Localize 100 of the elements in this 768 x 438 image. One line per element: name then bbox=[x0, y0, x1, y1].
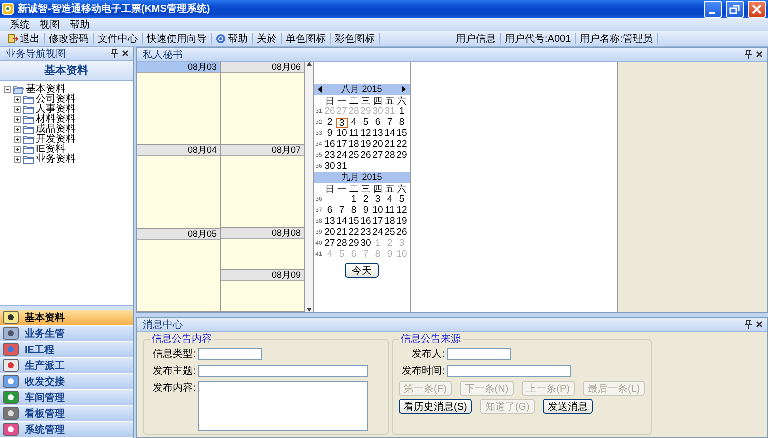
calendar-day[interactable]: 3 bbox=[336, 118, 348, 128]
toolbar-button[interactable]: 快速使用向导 bbox=[143, 32, 211, 46]
calendar-day[interactable]: 8 bbox=[396, 118, 408, 128]
module-tab[interactable]: 看板管理 bbox=[0, 406, 133, 422]
action-button[interactable]: 发送消息 bbox=[542, 399, 593, 414]
calendar-day[interactable]: 29 bbox=[396, 150, 408, 160]
close-icon[interactable] bbox=[756, 321, 763, 328]
calendar-day[interactable]: 12 bbox=[360, 128, 372, 138]
date-header[interactable]: 08月07 bbox=[221, 145, 304, 156]
expand-icon[interactable] bbox=[14, 96, 21, 102]
module-tab[interactable]: 车间管理 bbox=[0, 390, 133, 406]
calendar-day[interactable]: 16 bbox=[360, 216, 372, 226]
calendar-day[interactable]: 7 bbox=[336, 206, 348, 216]
calendar-day[interactable]: 3 bbox=[372, 194, 384, 204]
module-tab[interactable]: 收发交接 bbox=[0, 374, 133, 390]
calendar-day[interactable]: 25 bbox=[384, 228, 396, 238]
action-button[interactable]: 看历史消息(S) bbox=[399, 399, 472, 414]
tree-item[interactable]: 业务资料 bbox=[36, 152, 76, 166]
scroll-bar[interactable] bbox=[305, 62, 314, 312]
calendar-day[interactable]: 6 bbox=[324, 206, 336, 216]
calendar-day[interactable]: 21 bbox=[384, 140, 396, 150]
calendar-day[interactable]: 17 bbox=[372, 216, 384, 226]
input-field[interactable] bbox=[198, 365, 368, 377]
calendar-day[interactable]: 22 bbox=[348, 228, 360, 238]
date-header[interactable]: 08月05 bbox=[137, 228, 220, 240]
toolbar-button[interactable]: 彩色图标 bbox=[331, 32, 379, 46]
date-header[interactable]: 08月03 bbox=[137, 62, 220, 73]
toolbar-button[interactable]: 关於 bbox=[253, 32, 281, 46]
calendar-day[interactable]: 1 bbox=[348, 194, 360, 204]
input-field[interactable] bbox=[447, 348, 511, 360]
calendar-day[interactable]: 5 bbox=[396, 194, 408, 204]
calendar-day[interactable]: 30 bbox=[324, 162, 336, 172]
module-tab[interactable]: 业务生管 bbox=[0, 326, 133, 342]
expand-icon[interactable] bbox=[14, 136, 21, 142]
calendar-day[interactable]: 26 bbox=[360, 150, 372, 160]
calendar-day[interactable]: 10 bbox=[372, 206, 384, 216]
module-tab[interactable]: 系统管理 bbox=[0, 422, 133, 438]
close-icon[interactable] bbox=[756, 51, 763, 58]
expand-icon[interactable] bbox=[14, 126, 21, 132]
calendar-day[interactable]: 2 bbox=[324, 118, 336, 128]
pin-icon[interactable] bbox=[745, 320, 752, 329]
calendar-day[interactable]: 4 bbox=[384, 194, 396, 204]
calendar-day[interactable]: 23 bbox=[324, 150, 336, 160]
restore-icon[interactable] bbox=[726, 0, 744, 18]
calendar-day[interactable]: 24 bbox=[372, 228, 384, 238]
calendar-day[interactable]: 11 bbox=[384, 206, 396, 216]
pin-icon[interactable] bbox=[111, 49, 118, 58]
menu-item[interactable]: 帮助 bbox=[66, 18, 94, 32]
calendar-day[interactable]: 26 bbox=[396, 228, 408, 238]
expand-icon[interactable] bbox=[14, 116, 21, 122]
expand-icon[interactable] bbox=[14, 146, 21, 152]
calendar-day[interactable]: 10 bbox=[336, 128, 348, 138]
calendar-day[interactable]: 13 bbox=[324, 216, 336, 226]
module-tab[interactable]: IE工程 bbox=[0, 342, 133, 358]
calendar-day[interactable]: 14 bbox=[384, 128, 396, 138]
calendar-day[interactable]: 28 bbox=[336, 238, 348, 248]
calendar-day[interactable]: 18 bbox=[384, 216, 396, 226]
input-field[interactable] bbox=[198, 348, 262, 360]
pin-icon[interactable] bbox=[745, 50, 752, 59]
calendar-day[interactable]: 5 bbox=[360, 118, 372, 128]
calendar-day[interactable]: 1 bbox=[396, 106, 408, 116]
calendar-day[interactable]: 14 bbox=[336, 216, 348, 226]
calendar-day[interactable]: 15 bbox=[396, 128, 408, 138]
calendar-day[interactable]: 29 bbox=[348, 238, 360, 248]
calendar-day[interactable]: 28 bbox=[384, 150, 396, 160]
date-header[interactable]: 08月08 bbox=[221, 228, 304, 239]
input-field[interactable] bbox=[447, 365, 571, 377]
calendar-day[interactable]: 19 bbox=[396, 216, 408, 226]
previous-month-icon[interactable] bbox=[318, 86, 322, 93]
calendar-day[interactable]: 17 bbox=[336, 140, 348, 150]
calendar-day[interactable]: 8 bbox=[348, 206, 360, 216]
calendar-day[interactable]: 24 bbox=[336, 150, 348, 160]
date-header[interactable]: 08月04 bbox=[137, 145, 220, 156]
calendar-day[interactable]: 27 bbox=[372, 150, 384, 160]
calendar-day[interactable]: 12 bbox=[396, 206, 408, 216]
calendar-day[interactable]: 9 bbox=[324, 128, 336, 138]
toolbar-button[interactable]: 帮助 bbox=[212, 32, 252, 46]
minimize-icon[interactable] bbox=[704, 0, 722, 18]
menu-item[interactable]: 视图 bbox=[36, 18, 64, 32]
calendar-day[interactable]: 25 bbox=[348, 150, 360, 160]
next-month-icon[interactable] bbox=[402, 86, 406, 93]
calendar-day[interactable]: 18 bbox=[348, 140, 360, 150]
calendar-day[interactable]: 31 bbox=[336, 162, 348, 172]
toolbar-button[interactable]: 文件中心 bbox=[94, 32, 142, 46]
calendar-day[interactable]: 6 bbox=[372, 118, 384, 128]
menu-item[interactable]: 系统 bbox=[6, 18, 34, 32]
calendar-day[interactable]: 13 bbox=[372, 128, 384, 138]
calendar-day[interactable]: 22 bbox=[396, 140, 408, 150]
close-icon[interactable] bbox=[122, 50, 129, 57]
today-button[interactable]: 今天 bbox=[345, 263, 379, 278]
expand-icon[interactable] bbox=[14, 156, 21, 162]
calendar-day[interactable]: 20 bbox=[324, 228, 336, 238]
expand-icon[interactable] bbox=[14, 106, 21, 112]
calendar-day[interactable]: 2 bbox=[360, 194, 372, 204]
module-tab[interactable]: 基本资料 bbox=[0, 310, 133, 326]
module-tab[interactable]: 生产派工 bbox=[0, 358, 133, 374]
calendar-day[interactable]: 15 bbox=[348, 216, 360, 226]
calendar-day[interactable]: 9 bbox=[360, 206, 372, 216]
collapse-icon[interactable] bbox=[4, 86, 11, 92]
calendar-day[interactable]: 23 bbox=[360, 228, 372, 238]
